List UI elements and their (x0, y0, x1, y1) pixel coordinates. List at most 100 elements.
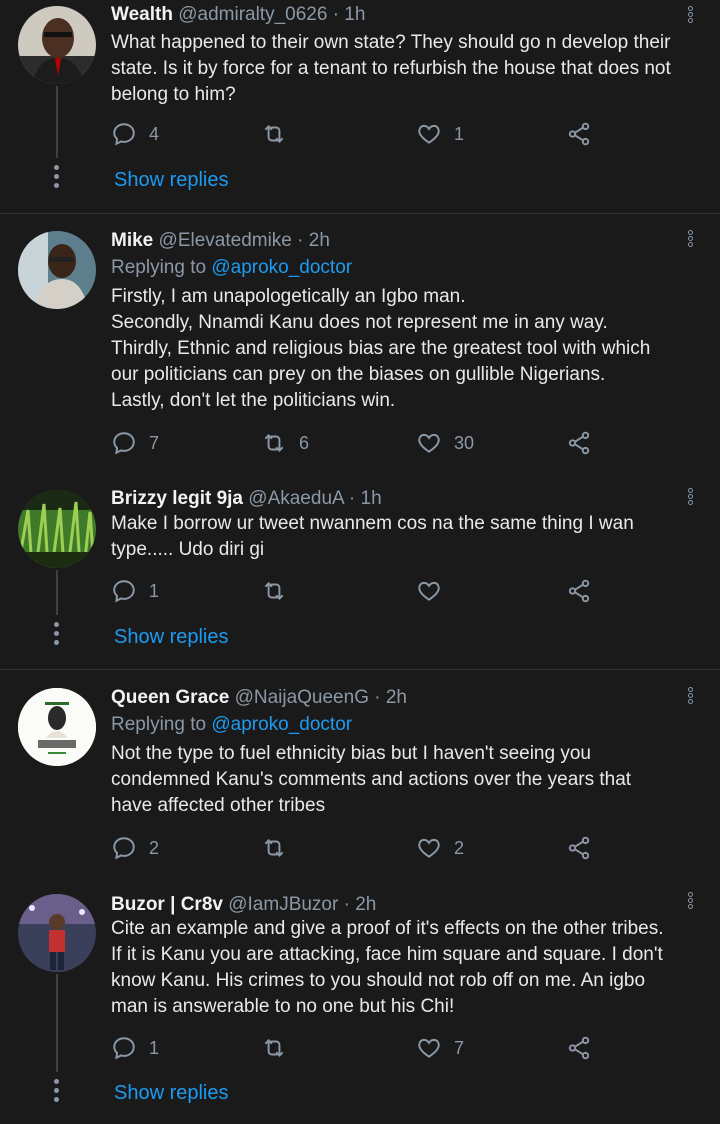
heart-icon (418, 1038, 440, 1058)
thread-dots-icon (54, 622, 60, 649)
heart-icon (418, 433, 440, 453)
tweet-actions: 7 6 30 (111, 428, 601, 458)
tweet-text: Not the type to fuel ethnicity bias but … (111, 743, 632, 816)
reply-count: 7 (149, 432, 160, 453)
tweet-actions: 1 7 (111, 1033, 601, 1063)
more-options-icon[interactable] (688, 6, 696, 30)
heart-icon (418, 581, 440, 601)
retweet-count: 6 (299, 432, 310, 453)
heart-icon (418, 124, 440, 144)
avatar[interactable] (18, 688, 96, 766)
tweet-header: Buzor | Cr8v @IamJBuzor · 2h (111, 894, 376, 916)
retweet-button[interactable] (261, 833, 299, 863)
reply-icon (113, 837, 135, 860)
reply-count: 4 (149, 123, 160, 144)
divider (0, 669, 720, 670)
show-replies-link[interactable]: Show replies (114, 169, 229, 192)
display-name[interactable]: Buzor | Cr8v (111, 894, 223, 915)
like-button[interactable] (416, 576, 454, 606)
more-options-icon[interactable] (688, 230, 696, 254)
avatar[interactable] (18, 894, 96, 972)
mention-link[interactable]: @aproko_doctor (211, 257, 352, 278)
thread-dots-icon (54, 165, 60, 192)
share-button[interactable] (566, 833, 604, 863)
tweet-header: Wealth @admiralty_0626 · 1h (111, 4, 365, 26)
share-button[interactable] (566, 119, 604, 149)
like-button[interactable]: 1 (416, 119, 464, 149)
avatar[interactable] (18, 6, 96, 84)
share-icon (568, 122, 590, 146)
like-count: 2 (454, 837, 465, 858)
replying-to: Replying to @aproko_doctor (111, 714, 353, 735)
tweet-actions: 1 (111, 576, 601, 606)
reply-count: 1 (149, 580, 160, 601)
reply-button[interactable]: 7 (111, 428, 159, 458)
tweet-header: Mike @Elevatedmike · 2h (111, 230, 330, 252)
retweet-icon (264, 582, 284, 600)
handle-time[interactable]: @NaijaQueenG · 2h (235, 687, 407, 708)
more-options-icon[interactable] (688, 687, 696, 711)
heart-icon (418, 838, 440, 858)
share-button[interactable] (566, 1033, 604, 1063)
tweet-actions: 2 2 (111, 833, 601, 863)
avatar[interactable] (18, 490, 96, 568)
retweet-button[interactable] (261, 119, 299, 149)
handle-time[interactable]: @admiralty_0626 · 1h (178, 4, 365, 25)
retweet-button[interactable]: 6 (261, 428, 309, 458)
handle-time[interactable]: @IamJBuzor · 2h (228, 894, 376, 915)
display-name[interactable]: Mike (111, 230, 153, 251)
retweet-button[interactable] (261, 576, 299, 606)
tweet-header: Brizzy legit 9ja @AkaeduA · 1h (111, 488, 382, 510)
tweet-text: What happened to their own state? They s… (111, 32, 671, 105)
divider (0, 473, 720, 474)
reply-button[interactable]: 1 (111, 1033, 159, 1063)
thread-line (56, 974, 58, 1072)
reply-icon (113, 580, 135, 603)
tweet-actions: 4 1 (111, 119, 601, 149)
share-button[interactable] (566, 576, 604, 606)
share-icon (568, 431, 590, 455)
display-name[interactable]: Queen Grace (111, 687, 229, 708)
share-icon (568, 1036, 590, 1060)
reply-button[interactable]: 1 (111, 576, 159, 606)
like-count: 7 (454, 1037, 465, 1058)
share-icon (568, 579, 590, 603)
divider (0, 213, 720, 214)
reply-count: 1 (149, 1037, 160, 1058)
like-button[interactable]: 2 (416, 833, 464, 863)
reply-icon (113, 1037, 135, 1060)
show-replies-link[interactable]: Show replies (114, 1082, 229, 1105)
retweet-icon (264, 1039, 284, 1057)
share-icon (568, 836, 590, 860)
share-button[interactable] (566, 428, 604, 458)
replying-to: Replying to @aproko_doctor (111, 257, 353, 278)
like-count: 1 (454, 123, 465, 144)
show-replies-link[interactable]: Show replies (114, 626, 229, 649)
retweet-icon (264, 125, 284, 143)
thread-line (56, 570, 58, 615)
more-options-icon[interactable] (688, 892, 696, 916)
tweet-text: Make I borrow ur tweet nwannem cos na th… (111, 513, 634, 560)
tweet-text: Cite an example and give a proof of it's… (111, 918, 664, 1017)
mention-link[interactable]: @aproko_doctor (211, 714, 352, 735)
reply-button[interactable]: 2 (111, 833, 159, 863)
like-button[interactable]: 30 (416, 428, 474, 458)
like-count: 30 (454, 432, 475, 453)
tweet-header: Queen Grace @NaijaQueenG · 2h (111, 687, 407, 709)
avatar[interactable] (18, 231, 96, 309)
reply-icon (113, 123, 135, 146)
handle-time[interactable]: @Elevatedmike · 2h (159, 230, 330, 251)
more-options-icon[interactable] (688, 488, 696, 512)
display-name[interactable]: Brizzy legit 9ja (111, 488, 243, 509)
display-name[interactable]: Wealth (111, 4, 173, 25)
retweet-button[interactable] (261, 1033, 299, 1063)
retweet-icon (264, 839, 284, 857)
reply-icon (113, 432, 135, 455)
like-button[interactable]: 7 (416, 1033, 464, 1063)
thread-line (56, 86, 58, 158)
tweet-text: Firstly, I am unapologetically an Igbo m… (111, 286, 651, 411)
handle-time[interactable]: @AkaeduA · 1h (248, 488, 381, 509)
reply-count: 2 (149, 837, 160, 858)
reply-button[interactable]: 4 (111, 119, 159, 149)
thread-dots-icon (54, 1079, 60, 1106)
